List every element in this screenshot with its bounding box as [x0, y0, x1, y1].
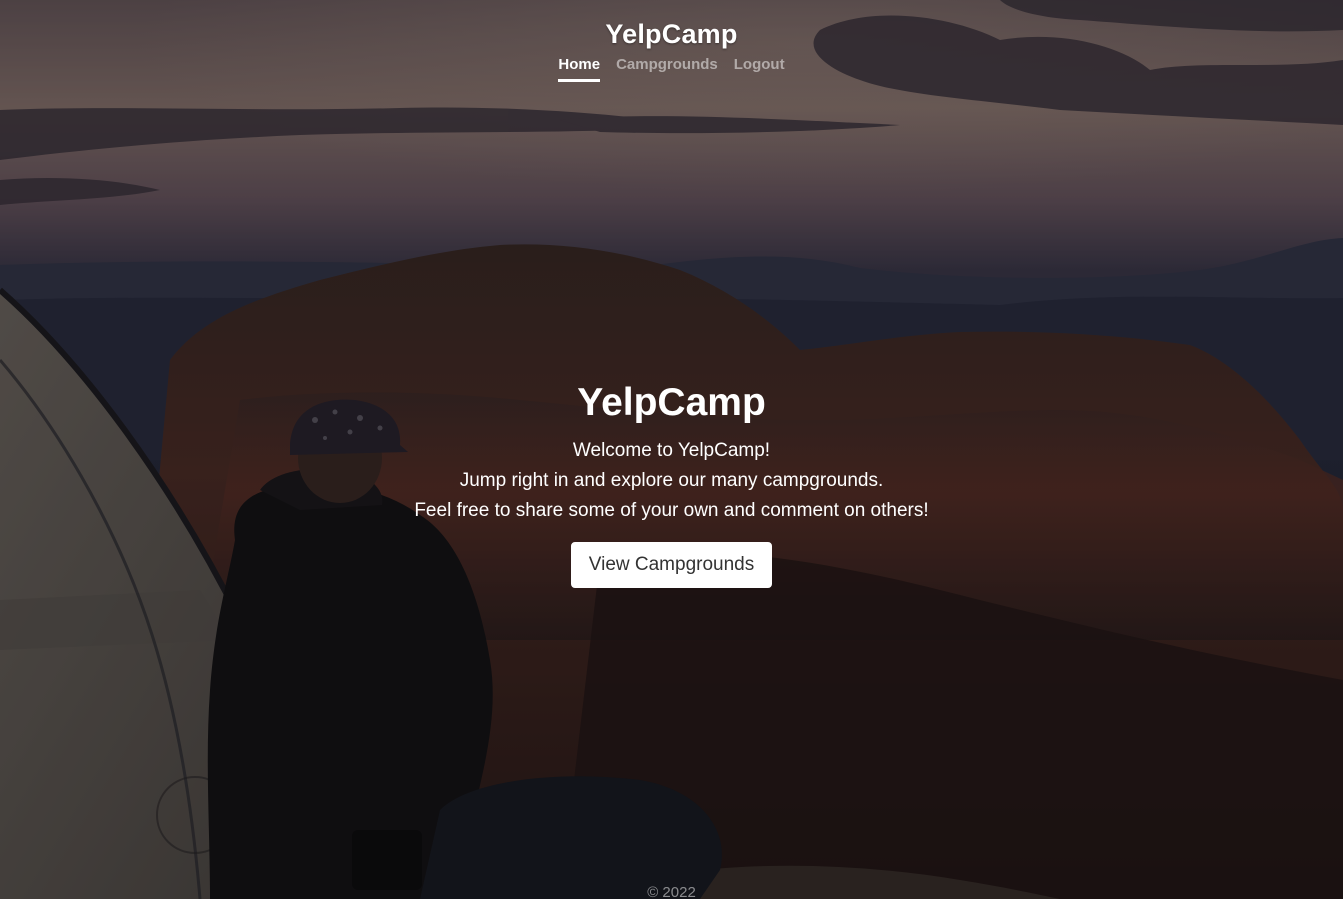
cover-title: YelpCamp	[577, 381, 766, 424]
site-footer: © 2022	[0, 884, 1343, 899]
nav-home-link[interactable]: Home	[558, 56, 601, 82]
cover-content: YelpCamp Welcome to YelpCamp! Jump right…	[0, 380, 1343, 588]
nav-logout-link[interactable]: Logout	[734, 56, 785, 82]
nav-campgrounds-link[interactable]: Campgrounds	[616, 56, 718, 82]
brand-title: YelpCamp	[605, 19, 738, 49]
intro-text: Jump right in and explore our many campg…	[459, 470, 884, 491]
view-campgrounds-button[interactable]: View Campgrounds	[570, 542, 773, 588]
site-header: YelpCamp Home Campgrounds Logout	[0, 18, 1343, 82]
copyright-text: © 2022	[647, 884, 696, 899]
welcome-text: Welcome to YelpCamp!	[572, 440, 771, 461]
main-nav: Home Campgrounds Logout	[0, 56, 1343, 82]
share-text: Feel free to share some of your own and …	[414, 500, 929, 521]
